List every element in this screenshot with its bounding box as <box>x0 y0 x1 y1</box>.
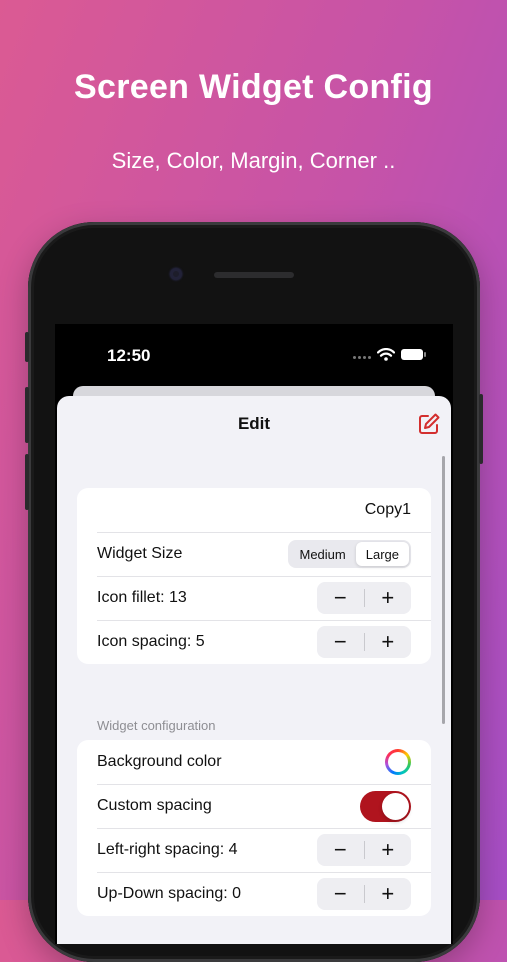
color-picker-icon[interactable] <box>385 749 411 775</box>
promo-subtitle: Size, Color, Margin, Corner .. <box>111 148 396 173</box>
battery-icon <box>401 349 426 360</box>
icon-fillet-plus-button[interactable]: + <box>365 582 412 614</box>
icon-fillet-minus-button[interactable]: − <box>317 582 364 614</box>
up-down-plus-button[interactable]: + <box>365 878 412 910</box>
left-right-plus-button[interactable]: + <box>365 834 412 866</box>
widget-size-segmented-control: Medium Large <box>287 540 411 568</box>
left-right-spacing-row: Left-right spacing: 4 − + <box>77 828 431 872</box>
widget-size-label: Widget Size <box>97 545 183 562</box>
widget-configuration-group: Background color Custom spacing Left-rig… <box>77 740 431 916</box>
icon-spacing-plus-button[interactable]: + <box>365 626 412 658</box>
widget-name-value: Copy1 <box>364 501 411 518</box>
phone-volume-down <box>25 454 29 510</box>
widget-name-row[interactable]: Copy1 <box>77 488 431 532</box>
background-color-label: Background color <box>97 753 222 770</box>
custom-spacing-row: Custom spacing <box>77 784 431 828</box>
widget-settings-group: Copy1 Widget Size Medium Large Icon fill… <box>77 488 431 664</box>
custom-spacing-label: Custom spacing <box>97 797 212 814</box>
icon-fillet-stepper: − + <box>317 582 411 614</box>
up-down-spacing-label: Up-Down spacing: 0 <box>97 885 242 902</box>
toggle-knob <box>382 792 409 820</box>
up-down-spacing-stepper: − + <box>317 878 411 910</box>
earpiece-speaker <box>214 272 294 278</box>
icon-fillet-row: Icon fillet: 13 − + <box>77 576 431 620</box>
left-right-spacing-label: Left-right spacing: 4 <box>97 841 238 858</box>
front-camera-icon <box>170 268 182 280</box>
custom-spacing-toggle[interactable] <box>360 790 411 822</box>
background-color-row[interactable]: Background color <box>77 740 431 784</box>
icon-spacing-row: Icon spacing: 5 − + <box>77 620 431 664</box>
left-right-minus-button[interactable]: − <box>317 834 364 866</box>
wifi-icon <box>377 348 395 361</box>
status-indicators <box>353 348 426 361</box>
icon-spacing-stepper: − + <box>317 626 411 658</box>
phone-screen: 12:50 Edit Copy1 Widget Size Medium Larg <box>55 324 453 944</box>
phone-power-button <box>479 394 483 464</box>
icon-spacing-label: Icon spacing: 5 <box>97 633 205 650</box>
phone-mute-switch <box>25 332 29 362</box>
segment-large[interactable]: Large <box>355 542 409 566</box>
section-header-widget-configuration: Widget configuration <box>97 718 216 733</box>
up-down-spacing-row: Up-Down spacing: 0 − + <box>77 872 431 916</box>
left-right-spacing-stepper: − + <box>317 834 411 866</box>
promo-title: Screen Widget Config <box>74 68 433 106</box>
signal-icon <box>353 350 371 359</box>
scroll-indicator[interactable] <box>442 456 445 724</box>
phone-volume-up <box>25 387 29 443</box>
status-time: 12:50 <box>107 346 151 365</box>
icon-spacing-minus-button[interactable]: − <box>317 626 364 658</box>
square-pencil-icon[interactable] <box>417 412 441 436</box>
widget-size-row: Widget Size Medium Large <box>77 532 431 576</box>
edit-sheet: Edit Copy1 Widget Size Medium Large Icon… <box>57 396 451 944</box>
sheet-title: Edit <box>237 414 271 433</box>
up-down-minus-button[interactable]: − <box>317 878 364 910</box>
segment-medium[interactable]: Medium <box>290 542 356 566</box>
icon-fillet-label: Icon fillet: 13 <box>97 589 187 606</box>
